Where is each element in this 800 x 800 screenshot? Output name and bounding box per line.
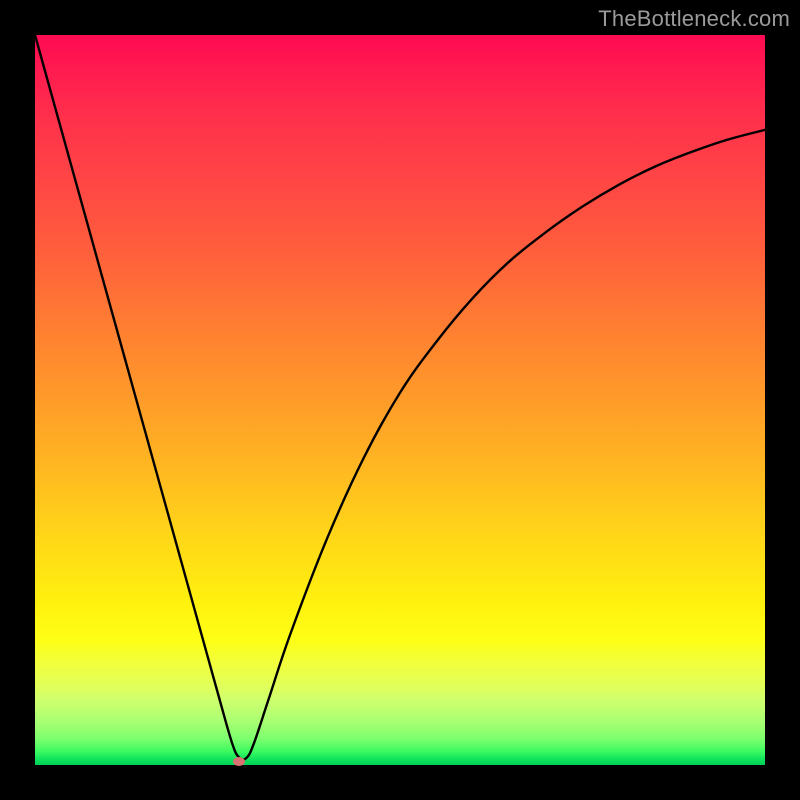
plot-area [35, 35, 765, 765]
bottleneck-curve [35, 35, 765, 765]
chart-frame: TheBottleneck.com [0, 0, 800, 800]
watermark-text: TheBottleneck.com [598, 6, 790, 32]
